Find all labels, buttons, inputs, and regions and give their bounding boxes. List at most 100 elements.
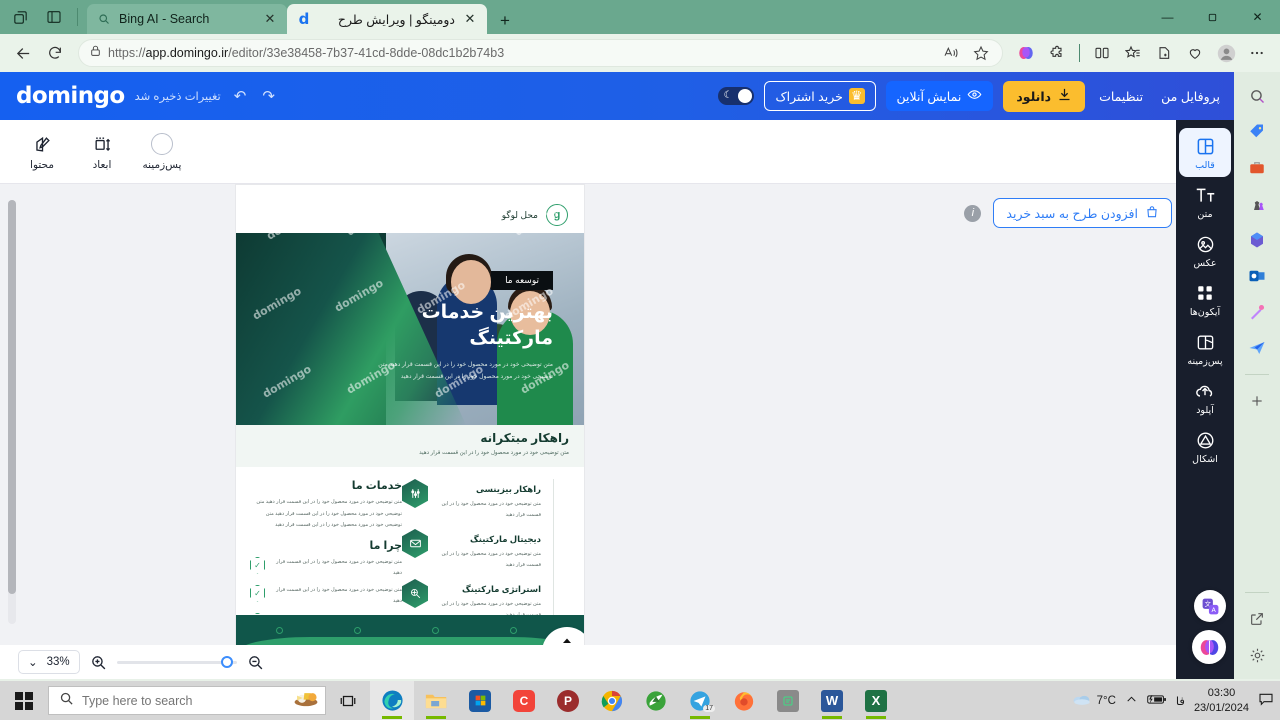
taskbar-app-word[interactable]: W — [810, 681, 854, 720]
close-window-button[interactable]: ✕ — [1235, 0, 1280, 34]
taskbar-app-pdf[interactable]: P — [546, 681, 590, 720]
taskbar-app-notes[interactable] — [766, 681, 810, 720]
close-icon[interactable]: ✕ — [462, 11, 478, 27]
services-title[interactable]: خدمات ما — [250, 479, 402, 492]
translate-icon[interactable]: 文A — [1194, 590, 1226, 622]
zoom-slider-handle[interactable] — [220, 655, 233, 668]
maximize-button[interactable] — [1190, 0, 1235, 34]
service-card[interactable]: دیجیتال مارکتینگ متن توضیحی خود در مورد … — [402, 529, 541, 570]
read-aloud-icon[interactable] — [936, 38, 966, 68]
dark-mode-toggle[interactable]: ☾ — [718, 87, 755, 105]
browser-tab-0[interactable]: Bing AI - Search ✕ — [87, 4, 287, 34]
browser-tab-1[interactable]: d دومینگو | ویرایش طرح ✕ — [287, 4, 487, 34]
settings-link[interactable]: تنظیمات — [1095, 89, 1147, 104]
taskbar-app-telegram[interactable]: 17 — [678, 681, 722, 720]
task-view-button[interactable] — [326, 681, 370, 720]
shopping-tag-icon[interactable] — [1241, 116, 1273, 148]
address-bar[interactable]: https://app.domingo.ir/editor/33e38458-7… — [78, 39, 1003, 67]
weather-widget[interactable]: 7°C — [1072, 691, 1116, 710]
games-icon[interactable] — [1241, 188, 1273, 220]
tool-dimensions[interactable]: ابعاد — [74, 132, 130, 171]
back-icon[interactable] — [8, 38, 38, 68]
info-icon[interactable]: i — [964, 204, 982, 222]
redo-icon[interactable]: ↷ — [259, 87, 278, 105]
search-icon[interactable] — [1241, 80, 1273, 112]
tab-title: Bing AI - Search — [119, 12, 210, 26]
hero-headline[interactable]: بهترین خدمات مارکتینگ — [373, 300, 553, 351]
microsoft-365-icon[interactable] — [1241, 224, 1273, 256]
tab-actions-icon[interactable] — [6, 3, 34, 31]
sidebar-settings-icon[interactable] — [1241, 639, 1273, 671]
taskbar-app-chrome[interactable] — [590, 681, 634, 720]
undo-icon[interactable]: ↶ — [231, 87, 250, 105]
tool-background[interactable]: پس‌زمینه — [134, 132, 190, 171]
panel-item-image[interactable]: عکس — [1179, 226, 1231, 275]
design-logo-placeholder[interactable]: g محل لوگو — [502, 204, 568, 226]
dimensions-icon — [93, 132, 112, 156]
profile-avatar[interactable] — [1211, 38, 1241, 68]
panel-item-upload[interactable]: آپلود — [1179, 373, 1231, 422]
design-canvas[interactable]: g محل لوگو توسعه ما بهترین خدمات مارکتین… — [236, 185, 584, 653]
extensions-icon[interactable] — [1042, 38, 1072, 68]
image-creator-icon[interactable] — [1241, 296, 1273, 328]
open-in-new-icon[interactable] — [1241, 603, 1273, 635]
collections-icon[interactable] — [1118, 38, 1148, 68]
more-settings-icon[interactable] — [1242, 38, 1272, 68]
copilot-brain-icon[interactable] — [1192, 630, 1226, 664]
why-title[interactable]: چرا ما — [250, 539, 402, 552]
battery-charging-icon[interactable] — [1147, 693, 1167, 709]
taskbar-app-idm[interactable] — [634, 681, 678, 720]
copilot-icon[interactable] — [1011, 38, 1041, 68]
service-card[interactable]: استراتژی مارکتینگ متن توضیحی خود در مورد… — [402, 579, 541, 620]
close-icon[interactable]: ✕ — [262, 11, 278, 27]
notification-icon[interactable] — [1258, 691, 1274, 710]
language-indicator[interactable]: فا — [1176, 694, 1185, 708]
panel-item-background[interactable]: پس‌زمینه — [1179, 324, 1231, 373]
refresh-icon[interactable] — [40, 38, 70, 68]
browser-essentials-icon[interactable] — [1180, 38, 1210, 68]
taskbar-search[interactable] — [48, 686, 326, 715]
taskbar-app-excel[interactable]: X — [854, 681, 898, 720]
zoom-in-icon[interactable] — [90, 654, 107, 671]
start-button[interactable] — [0, 681, 48, 720]
minimize-button[interactable]: — — [1145, 0, 1190, 34]
hero-paragraph[interactable]: متن توضیحی خود در مورد محصول خود را در ا… — [378, 360, 553, 383]
add-to-cart-button[interactable]: افزودن طرح به سبد خرید — [993, 198, 1172, 228]
subscribe-button[interactable]: ♛ خرید اشتراک — [764, 81, 876, 111]
download-button[interactable]: دانلود — [1003, 80, 1086, 112]
zoom-slider[interactable] — [116, 655, 237, 668]
design-hero[interactable]: توسعه ما بهترین خدمات مارکتینگ متن توضیح… — [236, 233, 584, 425]
taskbar-app-capcut[interactable]: C — [502, 681, 546, 720]
taskbar-app-edge[interactable] — [370, 681, 414, 720]
panel-item-text[interactable]: متن — [1179, 177, 1231, 226]
canvas-scrollbar[interactable] — [8, 200, 16, 624]
panel-item-shapes[interactable]: اشکال — [1179, 422, 1231, 471]
favorite-star-icon[interactable] — [966, 38, 996, 68]
preview-online-button[interactable]: نمایش آنلاین — [885, 81, 994, 111]
taskbar-app-firefox[interactable] — [722, 681, 766, 720]
panel-item-template[interactable]: قالب — [1179, 128, 1231, 177]
taskbar-app-file-explorer[interactable] — [414, 681, 458, 720]
cortana-food-icon[interactable] — [293, 688, 319, 713]
clock[interactable]: 03:30 23/01/2024 — [1194, 686, 1249, 716]
zoom-out-icon[interactable] — [247, 654, 264, 671]
split-tabs-icon[interactable] — [40, 3, 68, 31]
panel-item-icons[interactable]: آیکون‌ها — [1179, 275, 1231, 324]
show-hidden-icons-button[interactable] — [1125, 693, 1138, 709]
tools-briefcase-icon[interactable] — [1241, 152, 1273, 184]
scrollbar-thumb[interactable] — [8, 200, 16, 594]
search-input[interactable] — [82, 693, 285, 708]
add-sidebar-icon[interactable] — [1241, 385, 1273, 417]
service-card[interactable]: راهکار بیزینسی متن توضیحی خود در مورد مح… — [402, 479, 541, 520]
domingo-logo[interactable]: domingo — [16, 83, 125, 109]
split-screen-icon[interactable] — [1087, 38, 1117, 68]
design-band[interactable]: راهکار مبتکرانه متن توضیحی خود در مورد م… — [236, 425, 584, 467]
send-telegram-icon[interactable] — [1241, 332, 1273, 364]
zoom-level-select[interactable]: ⌄ 33% — [18, 650, 80, 674]
my-profile-link[interactable]: پروفایل من — [1157, 89, 1224, 104]
taskbar-app-store[interactable] — [458, 681, 502, 720]
outlook-icon[interactable] — [1241, 260, 1273, 292]
add-favorite-icon[interactable] — [1149, 38, 1179, 68]
tool-content[interactable]: محتوا — [14, 132, 70, 171]
new-tab-button[interactable]: + — [492, 8, 518, 34]
